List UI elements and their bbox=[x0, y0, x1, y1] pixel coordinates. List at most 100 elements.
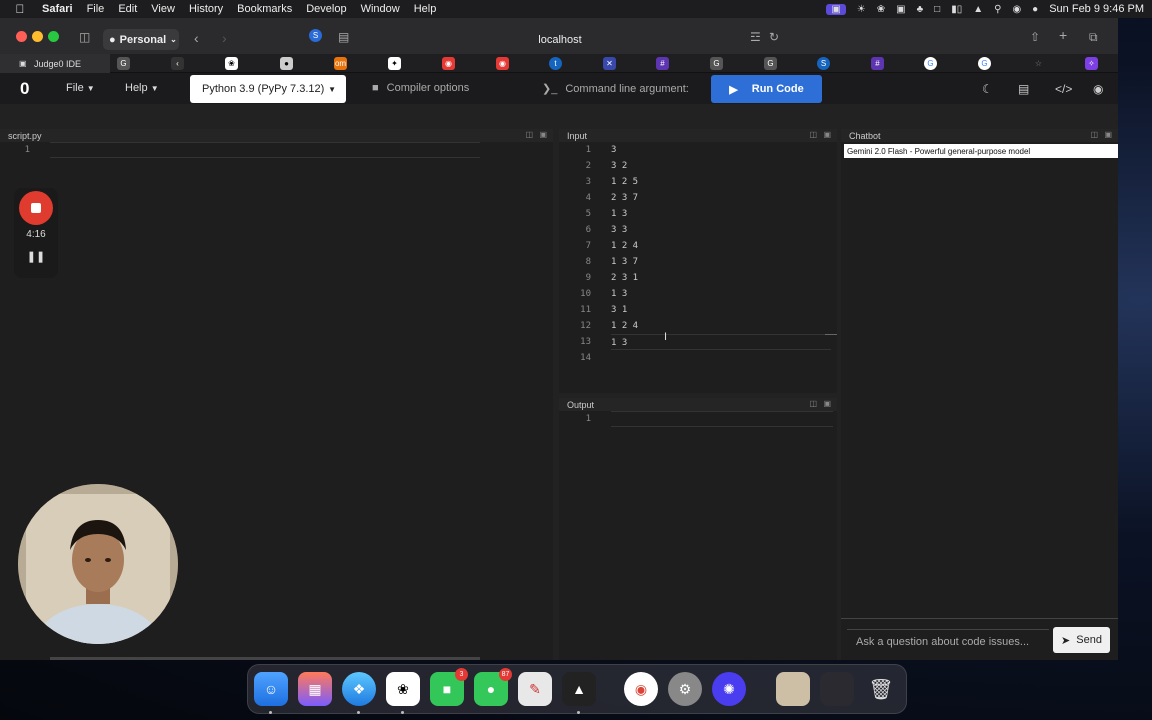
tab-google2-icon[interactable]: G bbox=[978, 57, 991, 70]
popout-icon[interactable]: ▣ bbox=[1104, 130, 1112, 139]
car-icon[interactable]: ▣ bbox=[896, 4, 905, 15]
battery-icon[interactable]: ▮▯ bbox=[951, 4, 962, 15]
menu-help[interactable]: Help bbox=[414, 3, 437, 15]
recent-photo-icon[interactable] bbox=[776, 672, 810, 706]
pause-recording-button[interactable]: ❚❚ bbox=[14, 250, 58, 263]
command-line-arguments-input[interactable]: ❯_ Command line argument: bbox=[542, 82, 689, 95]
tab-circle-icon[interactable]: ● bbox=[280, 57, 293, 70]
output-tab[interactable]: Output ◫ ▣ bbox=[559, 398, 837, 411]
tab-om-icon[interactable]: om bbox=[334, 57, 347, 70]
tab-g-icon[interactable]: G bbox=[117, 57, 130, 70]
apple-menu-icon[interactable]:  bbox=[10, 2, 30, 16]
control-center-icon[interactable]: ◉ bbox=[1012, 4, 1021, 15]
tab-purple-icon[interactable]: ✧ bbox=[1085, 57, 1098, 70]
model-select[interactable]: Gemini 2.0 Flash - Powerful general-purp… bbox=[844, 144, 1118, 158]
downloads-stack-icon[interactable] bbox=[820, 672, 854, 706]
brightness-icon[interactable]: ☀ bbox=[857, 4, 866, 15]
editor-tab[interactable]: script.py ◫ ▣ bbox=[0, 129, 553, 142]
safari-icon[interactable]: ❖ bbox=[342, 672, 376, 706]
facetime-icon[interactable]: ■ 3 bbox=[430, 668, 468, 706]
chatgpt-icon[interactable]: ❀ bbox=[386, 672, 420, 706]
share-icon[interactable]: ⇧ bbox=[1030, 30, 1040, 44]
trash-icon[interactable]: 🗑 bbox=[864, 672, 898, 706]
forward-icon[interactable]: › bbox=[222, 30, 227, 46]
menu-file[interactable]: File bbox=[87, 3, 105, 15]
chat-input[interactable]: Ask a question about code issues... bbox=[847, 629, 1049, 653]
run-code-button[interactable]: ▶ Run Code bbox=[711, 75, 822, 103]
language-select[interactable]: Python 3.9 (PyPy 7.3.12) ▼ bbox=[190, 75, 346, 103]
tab-arrow-icon[interactable]: ‹ bbox=[171, 57, 184, 70]
input-tab[interactable]: Input ◫ ▣ bbox=[559, 129, 837, 142]
menu-develop[interactable]: Develop bbox=[306, 3, 346, 15]
maximize-icon[interactable]: ◫ bbox=[1090, 130, 1098, 139]
sidebar-toggle-icon[interactable]: ◫ bbox=[79, 30, 90, 44]
maximize-icon[interactable]: ◫ bbox=[809, 399, 817, 408]
tab-red-icon[interactable]: ◉ bbox=[442, 57, 455, 70]
chrome-icon[interactable]: ◉ bbox=[624, 672, 658, 706]
editor-code-area[interactable] bbox=[50, 142, 480, 158]
tab-hash2-icon[interactable]: # bbox=[871, 57, 884, 70]
tab-sparkle-icon[interactable]: ✦ bbox=[388, 57, 401, 70]
github-icon[interactable]: ◉ bbox=[1093, 82, 1103, 96]
help-menu-button[interactable]: Help ▼ bbox=[125, 82, 159, 94]
tab-x-icon[interactable]: ✕ bbox=[603, 57, 616, 70]
purple-app-icon[interactable]: ✺ bbox=[712, 672, 746, 706]
input-code-area[interactable]: 3 3 2 1 2 5 2 3 7 1 3 3 3 1 2 4 1 3 7 2 … bbox=[611, 142, 831, 366]
system-settings-icon[interactable]: ⚙ bbox=[668, 672, 702, 706]
menu-bookmarks[interactable]: Bookmarks bbox=[237, 3, 292, 15]
popout-icon[interactable]: ▣ bbox=[539, 130, 547, 139]
tab-s-icon[interactable]: S bbox=[817, 57, 830, 70]
editor-scrollbar[interactable] bbox=[50, 657, 480, 660]
tab-t-icon[interactable]: t bbox=[549, 57, 562, 70]
notes-icon[interactable]: ✎ bbox=[518, 672, 552, 706]
tree-icon[interactable]: ♣ bbox=[917, 4, 924, 15]
menu-clock[interactable]: Sun Feb 9 9:46 PM bbox=[1049, 3, 1144, 15]
chatgpt-icon[interactable]: ❀ bbox=[877, 4, 885, 15]
menu-edit[interactable]: Edit bbox=[118, 3, 137, 15]
menu-view[interactable]: View bbox=[151, 3, 175, 15]
cube-app-icon[interactable]: ▲ bbox=[562, 672, 596, 706]
tab-star-icon[interactable]: ☆ bbox=[1032, 57, 1045, 70]
menu-app-name[interactable]: Safari bbox=[42, 3, 73, 15]
maximize-icon[interactable]: ◫ bbox=[525, 130, 533, 139]
compiler-options-input[interactable]: ■ Compiler options bbox=[372, 82, 469, 94]
tab-google-icon[interactable]: G bbox=[924, 57, 937, 70]
maximize-icon[interactable]: ◫ bbox=[809, 130, 817, 139]
extension-icon[interactable]: S bbox=[309, 29, 322, 42]
dark-mode-icon[interactable]: ☾ bbox=[982, 82, 993, 96]
popout-icon[interactable]: ▣ bbox=[823, 399, 831, 408]
finder-icon[interactable]: ☺ bbox=[254, 672, 288, 706]
send-button[interactable]: ➤ Send bbox=[1053, 627, 1110, 653]
code-icon[interactable]: </> bbox=[1055, 82, 1072, 96]
screen-record-icon[interactable]: ▣ bbox=[826, 3, 846, 15]
layout-icon[interactable]: ▤ bbox=[1018, 82, 1029, 96]
menu-window[interactable]: Window bbox=[361, 3, 400, 15]
close-window-button[interactable] bbox=[16, 31, 27, 42]
launchpad-icon[interactable]: ▦ bbox=[298, 672, 332, 706]
wifi-icon[interactable]: ▲ bbox=[973, 4, 983, 15]
siri-icon[interactable]: ● bbox=[1032, 4, 1038, 15]
messages-icon[interactable]: ● 87 bbox=[474, 668, 512, 706]
tab-hash-icon[interactable]: # bbox=[656, 57, 669, 70]
tab-judge0[interactable]: ▣ Judge0 IDE bbox=[0, 54, 110, 73]
tab-g2-icon[interactable]: G bbox=[710, 57, 723, 70]
chatbot-tab[interactable]: Chatbot ◫ ▣ bbox=[841, 129, 1118, 142]
new-tab-icon[interactable]: + bbox=[1059, 27, 1067, 43]
menu-history[interactable]: History bbox=[189, 3, 223, 15]
reload-icon[interactable]: ↻ bbox=[769, 30, 779, 44]
judge0-logo[interactable]: 0 bbox=[20, 79, 34, 98]
translate-icon[interactable]: ☲ bbox=[750, 30, 761, 44]
tab-chatgpt-icon[interactable]: ❀ bbox=[225, 57, 238, 70]
minimize-window-button[interactable] bbox=[32, 31, 43, 42]
stop-recording-button[interactable] bbox=[19, 191, 53, 225]
tab-g3-icon[interactable]: G bbox=[764, 57, 777, 70]
window-icon[interactable]: □ bbox=[934, 4, 940, 15]
tab-overview-icon[interactable]: ⧉ bbox=[1089, 30, 1098, 45]
address-bar[interactable]: localhost bbox=[330, 29, 790, 51]
spotlight-search-icon[interactable]: ⚲ bbox=[994, 4, 1001, 15]
file-menu-button[interactable]: File ▼ bbox=[66, 82, 95, 94]
zoom-window-button[interactable] bbox=[48, 31, 59, 42]
back-icon[interactable]: ‹ bbox=[194, 30, 199, 46]
profile-switcher[interactable]: ● Personal ⌄ bbox=[103, 29, 179, 50]
popout-icon[interactable]: ▣ bbox=[823, 130, 831, 139]
